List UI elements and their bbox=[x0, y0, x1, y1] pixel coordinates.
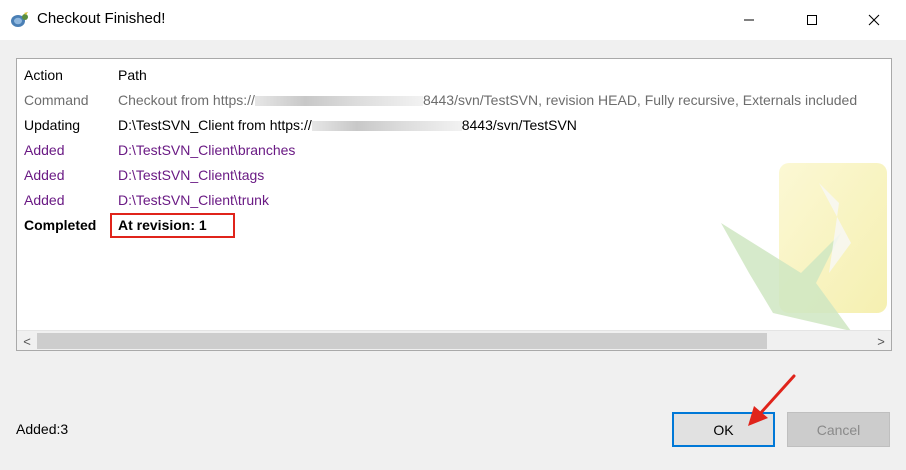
row-action: Completed bbox=[24, 217, 97, 233]
row-path: D:\TestSVN_Client\tags bbox=[118, 167, 265, 183]
horizontal-scrollbar[interactable]: < > bbox=[17, 330, 891, 350]
row-action: Added bbox=[24, 167, 65, 183]
annotation-highlight-box bbox=[110, 213, 235, 238]
row-path: D:\TestSVN_Client\branches bbox=[118, 142, 296, 158]
checkout-log-list[interactable]: Action Path Command Checkout from https:… bbox=[16, 58, 892, 351]
chevron-left-icon: < bbox=[23, 333, 31, 349]
row-path: Checkout from https:// 8443/svn/TestSVN, … bbox=[118, 92, 857, 108]
scroll-right-button[interactable]: > bbox=[871, 331, 891, 350]
scroll-left-button[interactable]: < bbox=[17, 331, 37, 350]
close-icon bbox=[868, 14, 880, 26]
column-header-action[interactable]: Action bbox=[24, 67, 63, 83]
redacted-host bbox=[311, 121, 462, 132]
table-row[interactable]: Updating D:\TestSVN_Client from https://… bbox=[17, 115, 891, 137]
table-row[interactable]: Added D:\TestSVN_Client\branches bbox=[17, 140, 891, 162]
table-row[interactable]: Added D:\TestSVN_Client\tags bbox=[17, 165, 891, 187]
row-path: D:\TestSVN_Client\trunk bbox=[118, 192, 269, 208]
row-path-prefix: Checkout from https:// bbox=[118, 92, 255, 108]
row-path-suffix: 8443/svn/TestSVN bbox=[461, 117, 577, 133]
row-path-prefix: D:\TestSVN_Client from https:// bbox=[118, 117, 312, 133]
maximize-button[interactable] bbox=[789, 0, 835, 40]
window-title: Checkout Finished! bbox=[37, 10, 166, 27]
close-button[interactable] bbox=[851, 0, 897, 40]
maximize-icon bbox=[807, 15, 817, 25]
chevron-right-icon: > bbox=[877, 333, 885, 349]
tortoise-svn-icon bbox=[10, 11, 30, 29]
minimize-button[interactable] bbox=[726, 0, 772, 40]
column-header-path[interactable]: Path bbox=[118, 67, 147, 83]
header-row: Action Path bbox=[17, 65, 891, 87]
ok-button[interactable]: OK bbox=[672, 412, 775, 447]
redacted-host bbox=[254, 96, 423, 107]
green-checkmark-icon bbox=[721, 163, 891, 331]
title-bar: Checkout Finished! bbox=[0, 0, 906, 40]
scroll-thumb[interactable] bbox=[37, 333, 767, 349]
row-action: Updating bbox=[24, 117, 81, 133]
cancel-button[interactable]: Cancel bbox=[787, 412, 890, 447]
row-action: Command bbox=[24, 92, 89, 108]
row-action: Added bbox=[24, 192, 65, 208]
row-path-suffix: 8443/svn/TestSVN, revision HEAD, Fully r… bbox=[422, 92, 858, 108]
table-row[interactable]: Command Checkout from https:// 8443/svn/T… bbox=[17, 90, 891, 112]
minimize-icon bbox=[744, 19, 754, 21]
table-row[interactable]: Added D:\TestSVN_Client\trunk bbox=[17, 190, 891, 212]
row-path: D:\TestSVN_Client from https:// 8443/svn/… bbox=[118, 117, 577, 133]
status-summary: Added:3 bbox=[16, 421, 69, 437]
row-action: Added bbox=[24, 142, 65, 158]
